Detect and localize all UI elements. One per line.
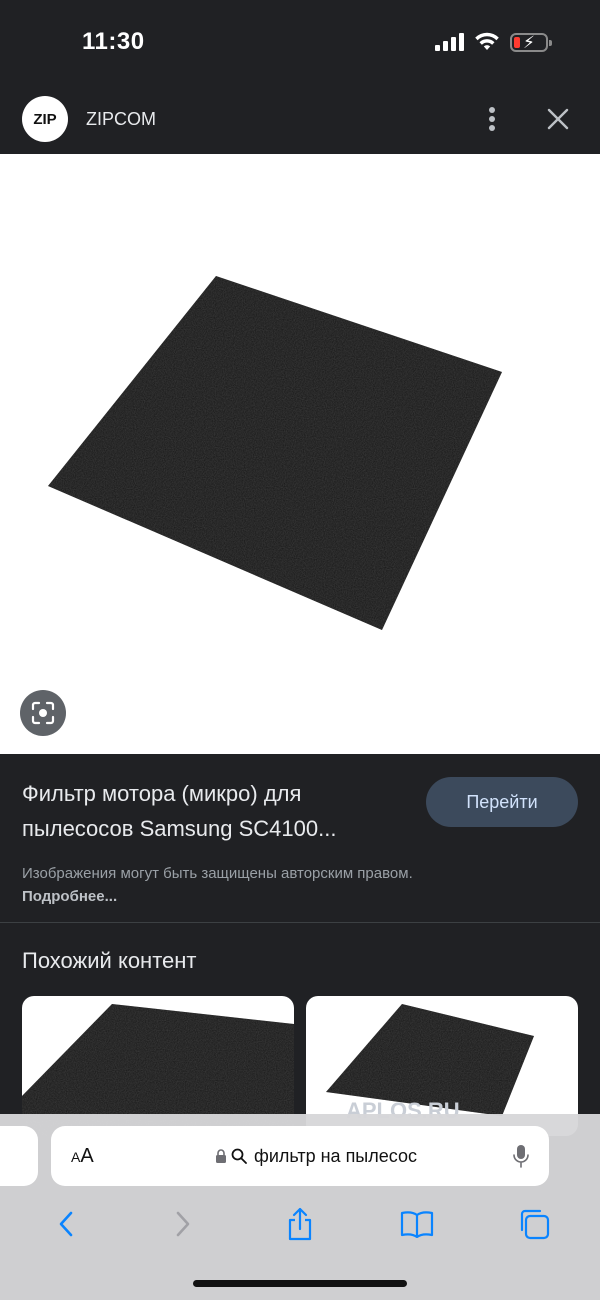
tabs-icon	[520, 1209, 549, 1240]
status-bar: 11:30 ⚡	[0, 0, 600, 84]
close-button[interactable]	[538, 99, 578, 139]
result-info: Фильтр мотора (микро) для пылесосов Sams…	[0, 754, 600, 922]
cellular-signal-icon	[435, 33, 464, 51]
previous-tab-pill[interactable]	[0, 1126, 38, 1186]
reader-settings-button[interactable]: AA	[71, 1145, 119, 1168]
bookmarks-button[interactable]	[387, 1202, 447, 1246]
address-center: фильтр на пылесос	[119, 1146, 513, 1167]
battery-low-charging-icon: ⚡	[510, 32, 552, 52]
foam-filter-image	[48, 276, 502, 630]
lens-search-button[interactable]	[20, 690, 66, 736]
tabs-button[interactable]	[504, 1202, 564, 1246]
chevron-right-icon	[176, 1211, 190, 1237]
status-icons: ⚡	[435, 32, 552, 52]
address-query: фильтр на пылесос	[254, 1145, 417, 1166]
result-title[interactable]: Фильтр мотора (микро) для пылесосов Sams…	[22, 776, 402, 846]
divider	[0, 922, 600, 923]
copyright-text: Изображения могут быть защищены авторски…	[22, 865, 413, 882]
vertical-dots-icon	[489, 107, 495, 131]
forward-button[interactable]	[153, 1202, 213, 1246]
browser-toolbar: AA фильтр на пылесос	[0, 1114, 600, 1300]
site-logo[interactable]: ZIP	[22, 96, 68, 142]
site-name[interactable]: ZIPCOM	[86, 109, 472, 130]
more-options-button[interactable]	[472, 99, 512, 139]
share-icon	[288, 1207, 312, 1241]
chevron-left-icon	[60, 1211, 73, 1237]
learn-more-link[interactable]: Подробнее...	[22, 888, 117, 905]
microphone-icon[interactable]	[513, 1144, 529, 1168]
similar-content-title: Похожий контент	[22, 948, 197, 973]
visit-button[interactable]: Перейти	[426, 777, 578, 827]
book-icon	[400, 1211, 433, 1238]
lock-icon	[216, 1148, 227, 1163]
wifi-icon	[475, 32, 499, 50]
home-indicator[interactable]	[193, 1280, 407, 1287]
status-time: 11:30	[82, 28, 145, 55]
address-bar[interactable]: AA фильтр на пылесос	[51, 1126, 549, 1186]
copyright-notice: Изображения могут быть защищены авторски…	[22, 862, 442, 908]
close-icon	[547, 108, 569, 130]
back-button[interactable]	[36, 1202, 96, 1246]
navigation-row	[0, 1202, 600, 1246]
main-image[interactable]	[0, 154, 600, 754]
share-button[interactable]	[270, 1202, 330, 1246]
lens-icon	[31, 701, 55, 725]
source-header: ZIP ZIPCOM	[0, 84, 600, 154]
search-icon	[231, 1148, 247, 1164]
